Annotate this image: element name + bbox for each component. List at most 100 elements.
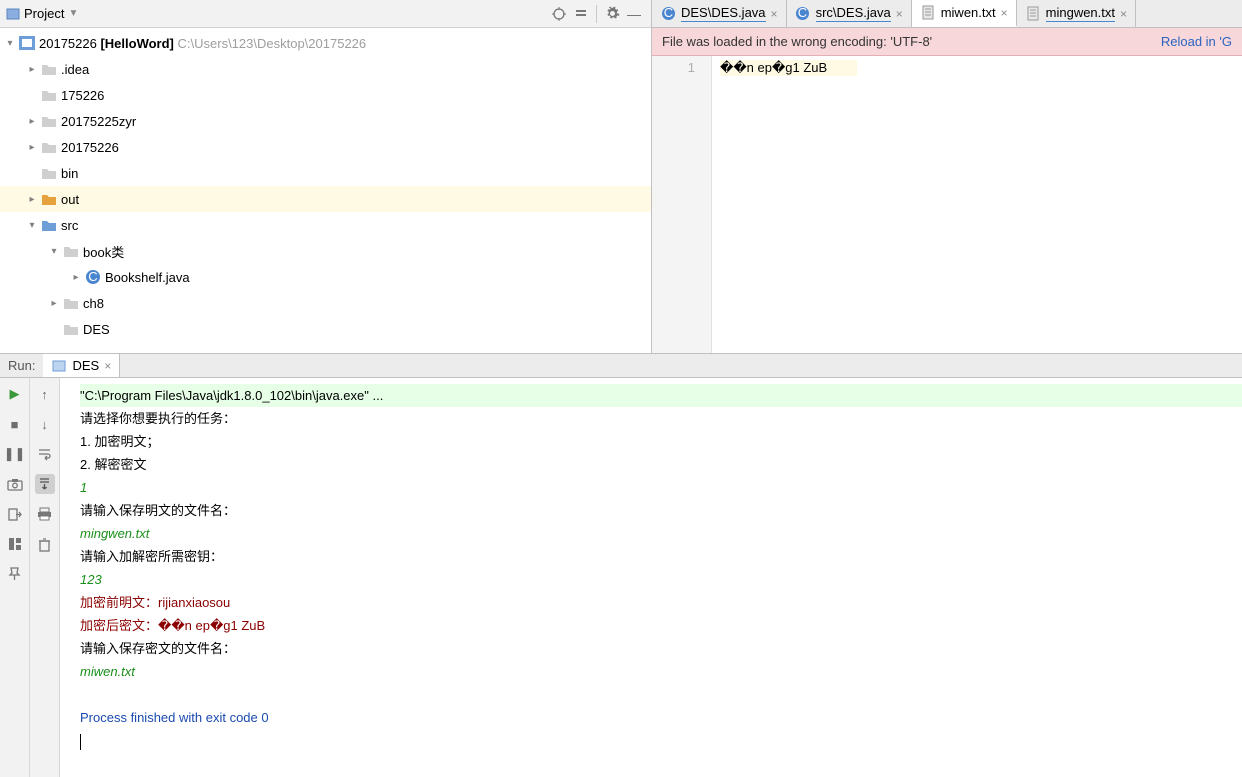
tree-item-bin[interactable]: bin [0, 160, 651, 186]
soft-wrap-icon[interactable] [35, 444, 55, 464]
module-icon [18, 34, 36, 52]
line-number: 1 [652, 60, 695, 75]
tree-arrow-icon[interactable]: ▾ [46, 246, 62, 257]
tree-item-label: 20175226 [61, 140, 119, 155]
pause-icon[interactable]: ❚❚ [5, 444, 25, 464]
layout-icon[interactable] [5, 534, 25, 554]
console-line: miwen.txt [80, 660, 1242, 683]
tree-arrow-icon[interactable]: ▸ [24, 194, 40, 205]
console-line: 请输入加解密所需密钥： [80, 545, 1242, 568]
console-line: mingwen.txt [80, 522, 1242, 545]
console-line: 123 [80, 568, 1242, 591]
tree-item-des[interactable]: DES [0, 316, 651, 342]
camera-icon[interactable] [5, 474, 25, 494]
tree-item-label: bin [61, 166, 78, 181]
tree-arrow-icon[interactable]: ▸ [68, 272, 84, 283]
folder-icon [40, 60, 58, 78]
close-icon[interactable]: × [1001, 6, 1008, 20]
project-panel-header: Project ▼ — [0, 0, 651, 28]
tab-label: src\DES.java [816, 5, 891, 22]
editor-tab[interactable]: mingwen.txt × [1017, 0, 1136, 27]
console-line [80, 683, 1242, 706]
tree-arrow-icon[interactable]: ▸ [24, 142, 40, 153]
java-class-icon: C [84, 268, 102, 286]
close-icon[interactable]: × [104, 359, 111, 373]
chevron-down-icon: ▼ [68, 8, 78, 19]
svg-text:C: C [663, 6, 672, 20]
tree-item-idea[interactable]: ▸ .idea [0, 56, 651, 82]
editor-tab[interactable]: C DES\DES.java × [652, 0, 787, 27]
tab-label: DES\DES.java [681, 5, 766, 22]
pin-icon[interactable] [5, 564, 25, 584]
tree-item-out[interactable]: ▸ out [0, 186, 651, 212]
tree-item-20175226[interactable]: ▸ 20175226 [0, 134, 651, 160]
run-config-icon [51, 358, 67, 374]
up-arrow-icon[interactable]: ↑ [35, 384, 55, 404]
tree-item-ch8[interactable]: ▸ ch8 [0, 290, 651, 316]
exit-icon[interactable] [5, 504, 25, 524]
tree-item-label: 175226 [61, 88, 104, 103]
tree-item-175226[interactable]: 175226 [0, 82, 651, 108]
run-config-tab[interactable]: DES × [43, 354, 120, 377]
banner-message: File was loaded in the wrong encoding: '… [662, 34, 932, 49]
reload-encoding-link[interactable]: Reload in 'G [1161, 34, 1232, 49]
editor-tab[interactable]: miwen.txt × [912, 0, 1017, 27]
stop-icon[interactable]: ■ [5, 414, 25, 434]
folder-icon [62, 242, 80, 260]
run-tab-label: DES [72, 358, 99, 373]
text-editor[interactable]: 1 ��n ep�g1 ZuB [652, 56, 1242, 353]
tree-root-project: [HelloWord] [100, 36, 173, 51]
tree-arrow-icon[interactable]: ▸ [24, 116, 40, 127]
folder-icon [40, 112, 58, 130]
tree-item-label: .idea [61, 62, 89, 77]
tree-item-bookshelfjava[interactable]: ▸ C Bookshelf.java [0, 264, 651, 290]
project-tree[interactable]: ▾ 20175226 [HelloWord] C:\Users\123\Desk… [0, 28, 651, 353]
run-label: Run: [0, 354, 43, 377]
project-view-label: Project [24, 6, 64, 21]
console-output[interactable]: "C:\Program Files\Java\jdk1.8.0_102\bin\… [60, 378, 1242, 777]
svg-text:C: C [88, 269, 97, 284]
java-file-icon: C [660, 6, 676, 22]
tree-item-label: ch8 [83, 296, 104, 311]
scroll-to-end-icon[interactable] [35, 474, 55, 494]
text-caret [80, 734, 81, 750]
tree-item-label: Bookshelf.java [105, 270, 190, 285]
close-icon[interactable]: × [771, 7, 778, 21]
locate-icon[interactable] [548, 3, 570, 25]
java-file-icon: C [795, 6, 811, 22]
tab-label: miwen.txt [941, 5, 996, 20]
tree-arrow-icon[interactable]: ▾ [24, 220, 40, 231]
tree-root[interactable]: ▾ 20175226 [HelloWord] C:\Users\123\Desk… [0, 30, 651, 56]
editor-tabs: CDES\DES.java×Csrc\DES.java×miwen.txt×mi… [652, 0, 1242, 28]
tree-item-src[interactable]: ▾ src [0, 212, 651, 238]
tree-item-book[interactable]: ▾ book类 [0, 238, 651, 264]
tree-root-name: 20175226 [39, 36, 97, 51]
tree-item-label: out [61, 192, 79, 207]
run-toolbar-right: ↑ ↓ [30, 378, 60, 777]
rerun-icon[interactable]: ▶ [5, 384, 25, 404]
tree-arrow-icon[interactable]: ▸ [46, 298, 62, 309]
gear-icon[interactable] [601, 3, 623, 25]
console-line: "C:\Program Files\Java\jdk1.8.0_102\bin\… [80, 384, 1242, 407]
hide-panel-icon[interactable]: — [623, 3, 645, 25]
tab-label: mingwen.txt [1046, 5, 1115, 22]
editor-tab[interactable]: Csrc\DES.java × [787, 0, 912, 27]
tree-item-label: book类 [83, 242, 124, 261]
tree-arrow-icon[interactable]: ▸ [24, 64, 40, 75]
project-view-selector[interactable]: Project ▼ [6, 6, 78, 21]
collapse-all-icon[interactable] [570, 3, 592, 25]
console-line: 请输入保存明文的文件名： [80, 499, 1242, 522]
svg-text:C: C [798, 6, 807, 20]
console-line: 1 [80, 476, 1242, 499]
console-line: Process finished with exit code 0 [80, 706, 1242, 729]
folder-icon [62, 320, 80, 338]
tree-item-20175225zyr[interactable]: ▸20175225zyr [0, 108, 651, 134]
tree-item-label: src [61, 218, 78, 233]
close-icon[interactable]: × [1120, 7, 1127, 21]
folder-icon [40, 164, 58, 182]
down-arrow-icon[interactable]: ↓ [35, 414, 55, 434]
close-icon[interactable]: × [896, 7, 903, 21]
trash-icon[interactable] [35, 534, 55, 554]
chevron-down-icon[interactable]: ▾ [2, 38, 18, 49]
print-icon[interactable] [35, 504, 55, 524]
